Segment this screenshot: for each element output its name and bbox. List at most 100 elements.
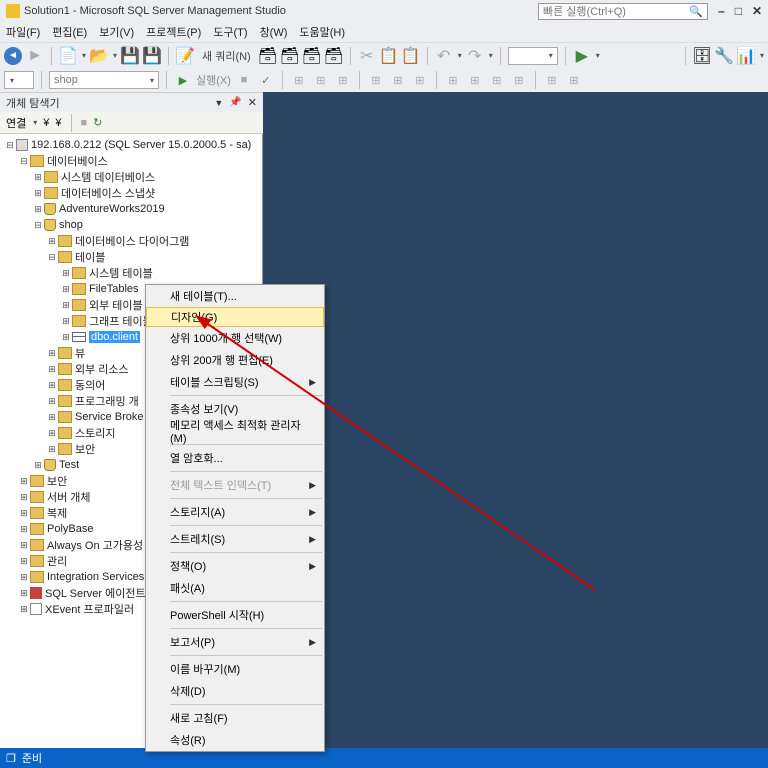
ctx-design[interactable]: 디자인(G) bbox=[146, 307, 324, 327]
s4-icon[interactable]: ⊞ bbox=[510, 71, 528, 89]
tree-agent[interactable]: SQL Server 에이전트 bbox=[45, 585, 146, 601]
ctx-props[interactable]: 속성(R) bbox=[146, 729, 324, 751]
menu-edit[interactable]: 편집(E) bbox=[52, 24, 87, 40]
ctx-refresh[interactable]: 새로 고침(F) bbox=[146, 707, 324, 729]
plan2-icon[interactable]: ⊞ bbox=[312, 71, 330, 89]
ctx-edit-200[interactable]: 상위 200개 행 편집(E) bbox=[146, 349, 324, 371]
saveall-icon[interactable]: 💾 bbox=[143, 47, 161, 65]
tree-aw[interactable]: AdventureWorks2019 bbox=[59, 203, 165, 215]
nav-back-icon[interactable]: ◄ bbox=[4, 47, 22, 65]
pin-icon[interactable]: 📌 bbox=[229, 97, 241, 108]
ctx-script[interactable]: 테이블 스크립팅(S)▶ bbox=[146, 371, 324, 393]
s2-icon[interactable]: ⊞ bbox=[466, 71, 484, 89]
tree-db-snap[interactable]: 데이터베이스 스냅샷 bbox=[61, 185, 155, 201]
tree-views[interactable]: 뷰 bbox=[75, 345, 85, 361]
tree-server-obj[interactable]: 서버 개체 bbox=[47, 489, 91, 505]
tree-security[interactable]: 보안 bbox=[47, 473, 67, 489]
tree-shop[interactable]: shop bbox=[59, 219, 83, 231]
tree-storage[interactable]: 스토리지 bbox=[75, 425, 115, 441]
ctx-select-1000[interactable]: 상위 1000개 행 선택(W) bbox=[146, 327, 324, 349]
new-item-icon[interactable]: 📄 bbox=[59, 47, 77, 65]
open-icon[interactable]: 📂 bbox=[90, 47, 108, 65]
menu-view[interactable]: 보기(V) bbox=[99, 24, 134, 40]
cut-icon[interactable]: ✂ bbox=[358, 47, 376, 65]
ctx-storage[interactable]: 스토리지(A)▶ bbox=[146, 501, 324, 523]
tree-replication[interactable]: 복제 bbox=[47, 505, 67, 521]
dmx-icon[interactable]: 🗃 bbox=[325, 47, 343, 65]
s1-icon[interactable]: ⊞ bbox=[444, 71, 462, 89]
ctx-delete[interactable]: 삭제(D) bbox=[146, 680, 324, 702]
undo-icon[interactable]: ↶ bbox=[435, 47, 453, 65]
tree-graph-tables[interactable]: 그래프 테이블 bbox=[89, 313, 153, 329]
tree-security-db[interactable]: 보안 bbox=[75, 441, 95, 457]
tree-service-broker[interactable]: Service Broke bbox=[75, 411, 143, 423]
plan1-icon[interactable]: ⊞ bbox=[290, 71, 308, 89]
c2-icon[interactable]: ⊞ bbox=[565, 71, 583, 89]
tree-tables[interactable]: 테이블 bbox=[75, 249, 105, 265]
r1-icon[interactable]: ⊞ bbox=[367, 71, 385, 89]
tree-ext-tables[interactable]: 외부 테이블 bbox=[89, 297, 143, 313]
tree-test[interactable]: Test bbox=[59, 459, 79, 471]
maximize-button[interactable]: □ bbox=[735, 4, 742, 18]
tree-polybase[interactable]: PolyBase bbox=[47, 523, 93, 535]
ctx-report[interactable]: 보고서(P)▶ bbox=[146, 631, 324, 653]
minimize-button[interactable]: – bbox=[718, 4, 725, 18]
tree-diagram[interactable]: 데이터베이스 다이어그램 bbox=[75, 233, 189, 249]
tree-sys-db[interactable]: 시스템 데이터베이스 bbox=[61, 169, 155, 185]
tree-databases[interactable]: 데이터베이스 bbox=[47, 153, 108, 169]
tree-programm[interactable]: 프로그래밍 개 bbox=[75, 393, 139, 409]
scope-combo[interactable]: ▾ bbox=[4, 71, 34, 89]
quick-launch-input[interactable]: 빠른 실행(Ctrl+Q) 🔍 bbox=[538, 3, 708, 20]
parse-icon[interactable]: ✓ bbox=[257, 71, 275, 89]
redo-icon[interactable]: ↷ bbox=[466, 47, 484, 65]
ctx-encrypt[interactable]: 열 암호화... bbox=[146, 447, 324, 469]
solution-config-combo[interactable]: ▾ bbox=[508, 47, 558, 65]
tree-xevent[interactable]: XEvent 프로파일러 bbox=[45, 601, 134, 617]
db-query-icon[interactable]: 🗃 bbox=[259, 47, 277, 65]
start-icon[interactable]: ▶ bbox=[573, 47, 591, 65]
tree-mgmt[interactable]: 관리 bbox=[47, 553, 67, 569]
paste-icon[interactable]: 📋 bbox=[402, 47, 420, 65]
save-icon[interactable]: 💾 bbox=[121, 47, 139, 65]
menu-project[interactable]: 프로젝트(P) bbox=[146, 24, 201, 40]
execute-icon[interactable]: ▶ bbox=[174, 71, 192, 89]
c1-icon[interactable]: ⊞ bbox=[543, 71, 561, 89]
nav-fwd-icon[interactable]: ► bbox=[26, 47, 44, 65]
plan3-icon[interactable]: ⊞ bbox=[334, 71, 352, 89]
tree-server[interactable]: 192.168.0.212 (SQL Server 15.0.2000.5 - … bbox=[31, 139, 251, 151]
copy-icon[interactable]: 📋 bbox=[380, 47, 398, 65]
tree-synonyms[interactable]: 동의어 bbox=[75, 377, 105, 393]
ctx-stretch[interactable]: 스트레치(S)▶ bbox=[146, 528, 324, 550]
panel-dropdown-icon[interactable]: ▼ bbox=[214, 98, 223, 108]
as-icon[interactable]: 🗃 bbox=[281, 47, 299, 65]
stop-icon[interactable]: ■ bbox=[235, 71, 253, 89]
ctx-memopt[interactable]: 메모리 액세스 최적화 관리자(M) bbox=[146, 420, 324, 442]
registered-icon[interactable]: 🗄 bbox=[693, 47, 711, 65]
tool-icon[interactable]: 🔧 bbox=[715, 47, 733, 65]
close-button[interactable]: ✕ bbox=[752, 4, 762, 18]
menu-help[interactable]: 도움말(H) bbox=[299, 24, 345, 40]
new-query-icon[interactable]: 📝 bbox=[176, 47, 194, 65]
ctx-policy[interactable]: 정책(O)▶ bbox=[146, 555, 324, 577]
tree-ext-res[interactable]: 외부 리소스 bbox=[75, 361, 129, 377]
ctx-facet[interactable]: 패싯(A) bbox=[146, 577, 324, 599]
tree-filetables[interactable]: FileTables bbox=[89, 283, 139, 295]
s3-icon[interactable]: ⊞ bbox=[488, 71, 506, 89]
tree-alwayson[interactable]: Always On 고가용성 bbox=[47, 537, 143, 553]
panel-close-icon[interactable]: ✕ bbox=[248, 96, 257, 109]
menu-tools[interactable]: 도구(T) bbox=[213, 24, 247, 40]
filter2-icon[interactable]: ¥ bbox=[55, 117, 61, 129]
r3-icon[interactable]: ⊞ bbox=[411, 71, 429, 89]
activity-icon[interactable]: 📊 bbox=[737, 47, 755, 65]
connect-button[interactable]: 연결 bbox=[6, 115, 26, 131]
ctx-new-table[interactable]: 새 테이블(T)... bbox=[146, 285, 324, 307]
new-query-button[interactable]: 새 쿼리(N) bbox=[198, 48, 255, 64]
tree-sys-tables[interactable]: 시스템 테이블 bbox=[89, 265, 153, 281]
ctx-powershell[interactable]: PowerShell 시작(H) bbox=[146, 604, 324, 626]
execute-button[interactable]: 실행(X) bbox=[196, 72, 231, 88]
mdx-icon[interactable]: 🗃 bbox=[303, 47, 321, 65]
tree-int-svc[interactable]: Integration Services bbox=[47, 571, 144, 583]
filter1-icon[interactable]: ¥ bbox=[43, 117, 49, 129]
tree-dbo-client[interactable]: dbo.client bbox=[89, 331, 140, 343]
refresh-icon[interactable]: ↻ bbox=[93, 116, 102, 129]
